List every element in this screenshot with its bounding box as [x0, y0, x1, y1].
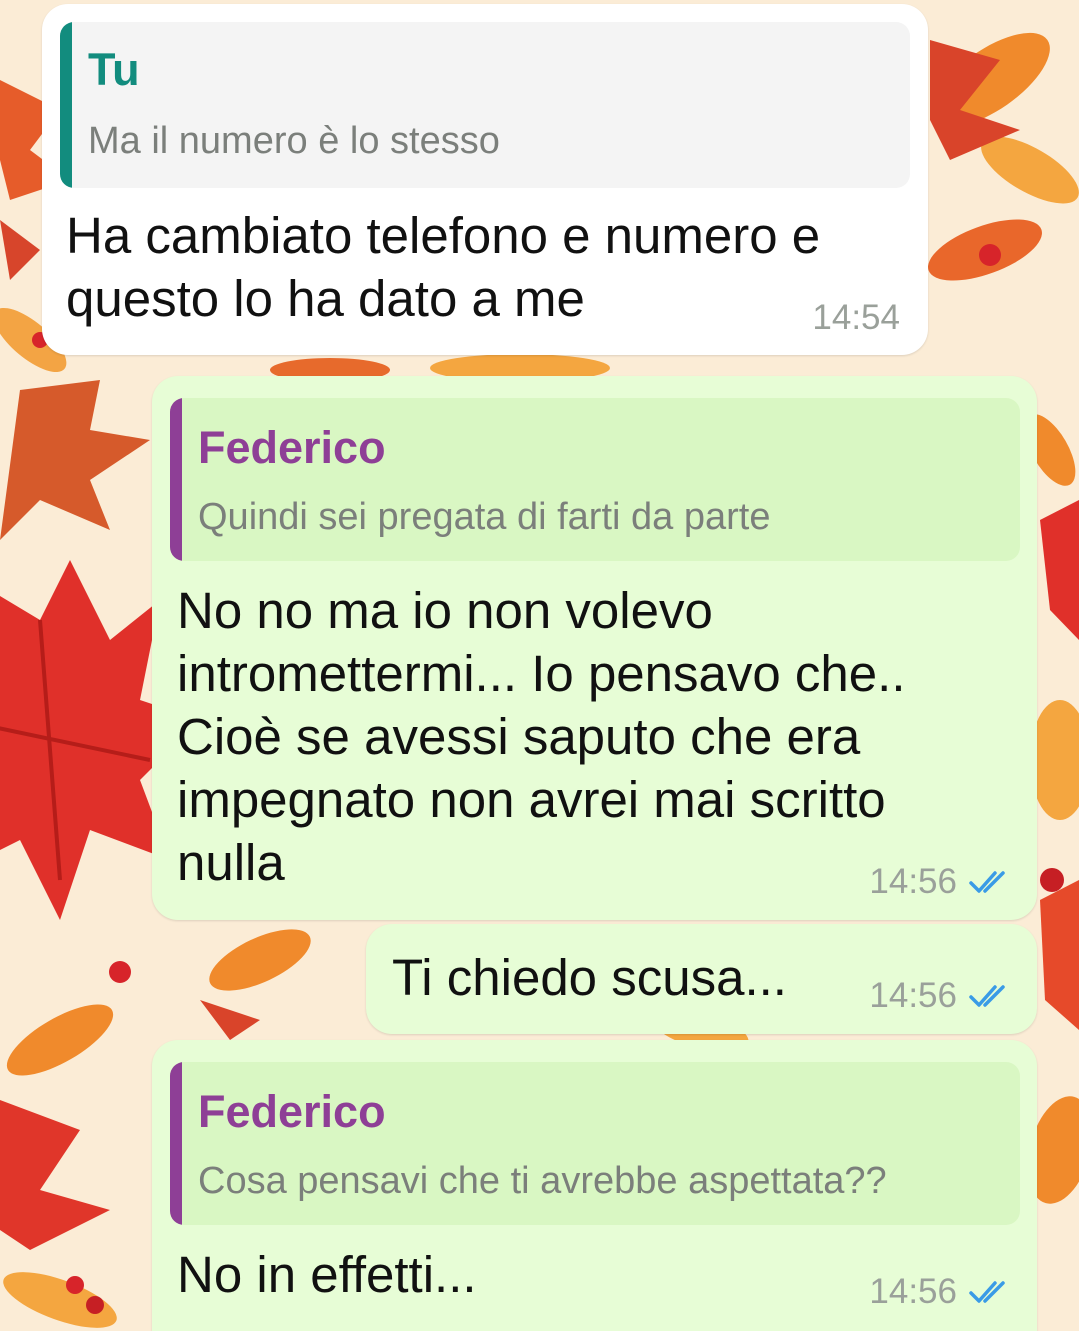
quote-text: Cosa pensavi che ti avrebbe aspettata??	[198, 1160, 887, 1202]
message-meta: 14:56	[869, 976, 1013, 1016]
quoted-message[interactable]: Tu Ma il numero è lo stesso	[60, 22, 910, 188]
quoted-message[interactable]: Federico Quindi sei pregata di farti da …	[170, 398, 1020, 561]
message-bubble-outgoing[interactable]: Federico Quindi sei pregata di farti da …	[152, 376, 1037, 920]
double-check-read-icon	[969, 871, 1005, 893]
message-meta: 14:56	[869, 862, 1013, 902]
message-text-line: No in effetti...	[177, 1246, 477, 1303]
message-meta: 14:56	[869, 1272, 1013, 1312]
quote-author: Federico	[198, 422, 386, 473]
double-check-read-icon	[969, 1281, 1005, 1303]
message-time: 14:56	[869, 862, 957, 901]
message-text-line: Ha cambiato telefono e numero e	[66, 207, 821, 264]
quote-text: Quindi sei pregata di farti da parte	[198, 496, 771, 538]
message-text-line: Ti chiedo scusa...	[392, 949, 787, 1006]
message-text-line: Cioè se avessi saputo che era	[177, 708, 861, 765]
message-text-line: intromettermi... Io pensavo che..	[177, 645, 906, 702]
quoted-message[interactable]: Federico Cosa pensavi che ti avrebbe asp…	[170, 1062, 1020, 1225]
quote-author: Tu	[88, 44, 140, 95]
quote-accent-bar	[170, 1062, 182, 1225]
quote-accent-bar	[60, 22, 72, 188]
double-check-read-icon	[969, 985, 1005, 1007]
message-bubble-incoming[interactable]: Tu Ma il numero è lo stesso Ha cambiato …	[42, 4, 928, 355]
message-bubble-outgoing[interactable]: Federico Cosa pensavi che ti avrebbe asp…	[152, 1040, 1037, 1331]
message-text-line: No no ma io non volevo	[177, 582, 713, 639]
message-text-line: nulla	[177, 834, 285, 891]
quote-text: Ma il numero è lo stesso	[88, 120, 500, 162]
message-meta: 14:54	[812, 298, 900, 338]
message-time: 14:56	[869, 976, 957, 1015]
message-time: 14:56	[869, 1272, 957, 1311]
message-text-line: questo lo ha dato a me	[66, 270, 585, 327]
message-bubble-outgoing[interactable]: Ti chiedo scusa... 14:56	[366, 924, 1037, 1034]
quote-accent-bar	[170, 398, 182, 561]
message-text-line: impegnato non avrei mai scritto	[177, 771, 886, 828]
message-time: 14:54	[812, 298, 900, 337]
quote-author: Federico	[198, 1086, 386, 1137]
